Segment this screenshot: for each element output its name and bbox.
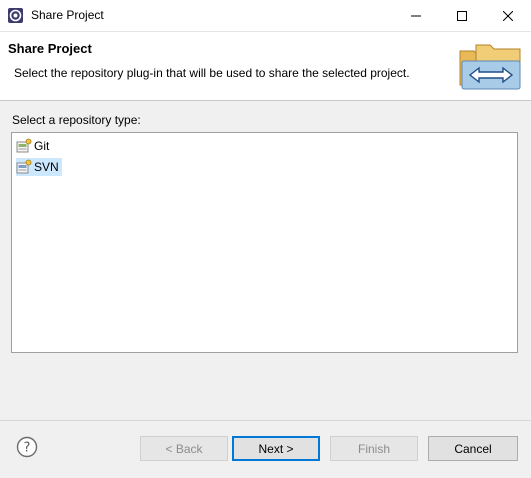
cancel-button[interactable]: Cancel bbox=[428, 436, 518, 461]
repository-type-label: Select a repository type: bbox=[12, 113, 141, 127]
next-button[interactable]: Next > bbox=[232, 436, 320, 461]
finish-button[interactable]: Finish bbox=[330, 436, 418, 461]
svn-repository-icon bbox=[16, 159, 32, 174]
title-bar: Share Project bbox=[0, 0, 531, 32]
close-icon bbox=[503, 10, 513, 21]
repository-type-list[interactable]: Git SVN bbox=[11, 132, 518, 353]
window-title: Share Project bbox=[31, 8, 104, 22]
list-item-label: Git bbox=[34, 139, 50, 153]
page-title: Share Project bbox=[8, 41, 92, 56]
share-folders-icon bbox=[459, 44, 521, 90]
wizard-header: Share Project Select the repository plug… bbox=[0, 32, 531, 101]
page-description: Select the repository plug-in that will … bbox=[14, 66, 410, 80]
eclipse-app-icon bbox=[8, 8, 23, 23]
list-item-git[interactable]: Git bbox=[16, 137, 52, 155]
list-item-label: SVN bbox=[34, 160, 59, 174]
svg-text:?: ? bbox=[24, 441, 31, 456]
maximize-button[interactable] bbox=[439, 0, 485, 31]
back-button[interactable]: < Back bbox=[140, 436, 228, 461]
footer-divider bbox=[0, 420, 531, 421]
close-button[interactable] bbox=[485, 0, 531, 31]
help-icon[interactable]: ? bbox=[16, 436, 38, 458]
minimize-button[interactable] bbox=[393, 0, 439, 31]
maximize-icon bbox=[457, 10, 467, 21]
list-item-svn[interactable]: SVN bbox=[16, 158, 62, 176]
git-repository-icon bbox=[16, 138, 32, 153]
minimize-icon bbox=[411, 15, 421, 16]
